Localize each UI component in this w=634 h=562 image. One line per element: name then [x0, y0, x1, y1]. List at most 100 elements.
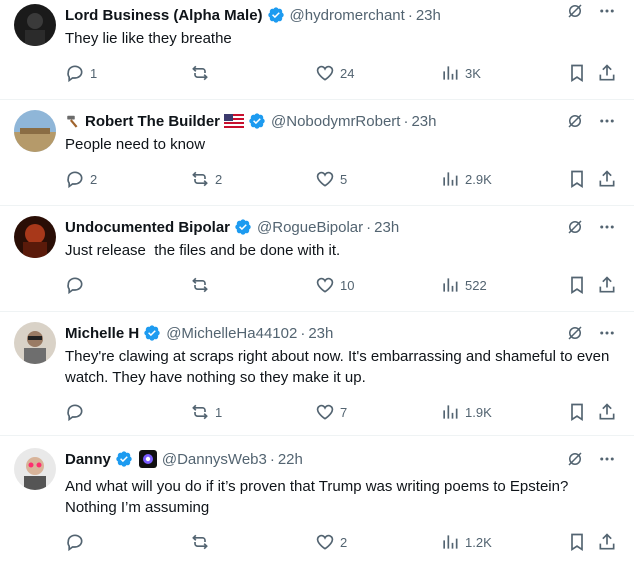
more-icon[interactable]	[598, 218, 616, 236]
like-button[interactable]: 2	[315, 531, 347, 553]
eye-emoji-icon	[138, 450, 157, 468]
tweet-1[interactable]: Lord Business (Alpha Male) @hydromerchan…	[0, 0, 634, 100]
more-icon[interactable]	[598, 324, 616, 342]
tweet-top-icons	[566, 112, 616, 130]
tweet-3[interactable]: Undocumented Bipolar @RogueBipolar · 23h…	[0, 206, 634, 312]
repost-icon	[192, 404, 208, 420]
grok-icon[interactable]	[566, 112, 584, 130]
avatar[interactable]	[14, 4, 56, 46]
handle[interactable]: @DannysWeb3	[162, 451, 267, 468]
tweet-4[interactable]: Michelle H @MichelleHa44102 · 23h They'r…	[0, 312, 634, 436]
bookmark-button[interactable]	[567, 168, 587, 190]
reply-button[interactable]	[65, 401, 90, 423]
display-name[interactable]: Robert The Builder	[85, 113, 220, 130]
avatar[interactable]	[14, 216, 56, 258]
share-button[interactable]	[597, 531, 617, 553]
tweet-2[interactable]: Robert The Builder @NobodymrRobert · 23h…	[0, 100, 634, 206]
timestamp[interactable]: 23h	[416, 7, 441, 24]
reply-icon	[67, 65, 83, 83]
avatar[interactable]	[14, 322, 56, 364]
like-icon	[316, 171, 334, 187]
repost-button[interactable]	[190, 531, 215, 553]
verified-badge-icon	[234, 218, 252, 236]
handle[interactable]: @RogueBipolar	[257, 219, 363, 236]
tweet-actions: 2 1.2K	[65, 531, 620, 553]
share-icon	[599, 276, 615, 293]
views-button[interactable]: 1.9K	[440, 401, 492, 423]
timestamp[interactable]: 23h	[411, 113, 436, 130]
repost-button[interactable]: 2	[190, 168, 222, 190]
views-button[interactable]: 2.9K	[440, 168, 492, 190]
bookmark-icon	[571, 170, 583, 189]
grok-icon[interactable]	[566, 450, 584, 468]
bookmark-button[interactable]	[567, 401, 587, 423]
tweet-text: Just release the files and be done with …	[65, 242, 341, 259]
share-button[interactable]	[597, 168, 617, 190]
repost-icon	[192, 277, 208, 293]
share-button[interactable]	[597, 401, 617, 423]
timestamp[interactable]: 22h	[278, 451, 303, 468]
repost-button[interactable]	[190, 274, 215, 296]
more-icon[interactable]	[598, 2, 616, 20]
separator-dot: ·	[407, 6, 413, 24]
reply-button[interactable]: 1	[65, 62, 97, 84]
timestamp[interactable]: 23h	[308, 325, 333, 342]
views-button[interactable]: 3K	[440, 62, 481, 84]
like-button[interactable]: 5	[315, 168, 347, 190]
timestamp[interactable]: 23h	[374, 219, 399, 236]
display-name[interactable]: Michelle H	[65, 325, 139, 342]
like-count: 10	[340, 277, 355, 293]
reply-button[interactable]: 2	[65, 168, 97, 190]
grok-icon[interactable]	[566, 2, 584, 20]
views-count: 1.9K	[465, 404, 492, 420]
display-name[interactable]: Lord Business (Alpha Male)	[65, 7, 263, 24]
views-icon	[443, 405, 458, 419]
share-icon	[599, 64, 615, 81]
bookmark-button[interactable]	[567, 531, 587, 553]
repost-count: 1	[215, 404, 223, 420]
tweet-header: Robert The Builder @NobodymrRobert · 23h	[65, 110, 437, 132]
tweet-text: And what will you do if it’s proven that…	[65, 478, 569, 516]
tweet-top-icons	[566, 324, 616, 342]
tweet-header: Undocumented Bipolar @RogueBipolar · 23h	[65, 216, 399, 238]
tweet-actions: 2 2 5 2.9K	[65, 168, 620, 190]
reply-icon	[67, 171, 83, 189]
share-icon	[599, 533, 615, 550]
tweet-header: Michelle H @MichelleHa44102 · 23h	[65, 322, 333, 344]
views-button[interactable]: 1.2K	[440, 531, 492, 553]
display-name[interactable]: Undocumented Bipolar	[65, 219, 230, 236]
like-count: 5	[340, 171, 348, 187]
bookmark-icon	[571, 276, 583, 295]
handle[interactable]: @MichelleHa44102	[166, 325, 297, 342]
like-button[interactable]: 10	[315, 274, 354, 296]
grok-icon[interactable]	[566, 324, 584, 342]
avatar[interactable]	[14, 448, 56, 490]
share-button[interactable]	[597, 274, 617, 296]
grok-icon[interactable]	[566, 218, 584, 236]
like-button[interactable]: 24	[315, 62, 354, 84]
views-count: 522	[465, 277, 487, 293]
repost-button[interactable]	[190, 62, 215, 84]
more-icon[interactable]	[598, 112, 616, 130]
handle[interactable]: @NobodymrRobert	[271, 113, 400, 130]
reply-button[interactable]	[65, 531, 90, 553]
avatar[interactable]	[14, 110, 56, 152]
handle[interactable]: @hydromerchant	[290, 7, 405, 24]
tweet-actions: 1 24 3K	[65, 62, 620, 84]
repost-icon	[192, 65, 208, 81]
display-name[interactable]: Danny	[65, 451, 111, 468]
repost-count: 2	[215, 171, 223, 187]
hammer-icon	[65, 112, 83, 130]
like-button[interactable]: 7	[315, 401, 347, 423]
separator-dot: ·	[366, 218, 372, 236]
repost-button[interactable]: 1	[190, 401, 222, 423]
bookmark-button[interactable]	[567, 274, 587, 296]
share-button[interactable]	[597, 62, 617, 84]
views-icon	[443, 66, 458, 80]
tweet-5[interactable]: Danny @DannysWeb3 · 22h And what will yo…	[0, 436, 634, 562]
verified-badge-icon	[248, 112, 266, 130]
reply-button[interactable]	[65, 274, 90, 296]
bookmark-button[interactable]	[567, 62, 587, 84]
more-icon[interactable]	[598, 450, 616, 468]
views-button[interactable]: 522	[440, 274, 487, 296]
